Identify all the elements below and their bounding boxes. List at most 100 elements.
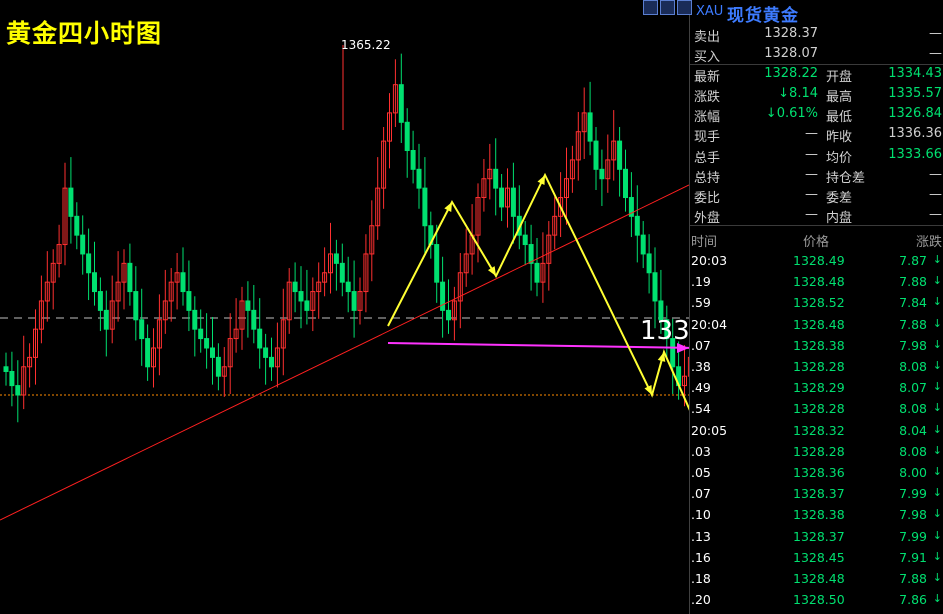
tick-change: 8.07 bbox=[899, 380, 927, 396]
candle-body bbox=[192, 309, 198, 330]
candle-body bbox=[422, 187, 428, 227]
candle-body bbox=[15, 385, 21, 396]
tick-time: .38 bbox=[691, 359, 711, 374]
tick-header-time: 时间 bbox=[691, 235, 718, 250]
quote-label: 卖出 bbox=[694, 30, 721, 45]
quote-value: 1328.37 bbox=[764, 26, 818, 41]
quote-value: — bbox=[929, 207, 942, 222]
candle-body bbox=[339, 262, 345, 283]
quote-label: 开盘 bbox=[826, 70, 853, 85]
tick-row: .18 1328.48 7.88 ↓ bbox=[690, 568, 943, 589]
tick-time: .59 bbox=[691, 295, 711, 311]
tick-row: .16 1328.45 7.91 ↓ bbox=[690, 547, 943, 568]
candlestick-chart[interactable] bbox=[0, 0, 689, 614]
quote-value: ↓0.61% bbox=[765, 106, 818, 121]
quote-label: 外盘 bbox=[694, 211, 721, 226]
down-arrow-icon: ↓ bbox=[932, 549, 942, 563]
candle-body bbox=[210, 347, 215, 358]
quote-value: — bbox=[805, 187, 818, 202]
tick-time: .10 bbox=[691, 507, 711, 523]
tick-change: 8.08 bbox=[899, 359, 927, 374]
tick-price: 1328.48 bbox=[793, 316, 845, 332]
down-arrow-icon: ↓ bbox=[932, 316, 942, 330]
quote-value: — bbox=[805, 167, 818, 182]
quote-label: 委差 bbox=[826, 191, 853, 206]
quote-label: 现手 bbox=[694, 130, 721, 145]
tick-time: .18 bbox=[691, 571, 711, 586]
tick-price: 1328.32 bbox=[793, 422, 845, 438]
tick-price: 1328.36 bbox=[793, 465, 845, 480]
quote-value: ↓8.14 bbox=[778, 86, 818, 101]
quote-row: 最新 1328.22 开盘 1334.43 bbox=[690, 64, 943, 85]
tick-row: .13 1328.37 7.99 ↓ bbox=[690, 526, 943, 547]
tick-change: 8.08 bbox=[899, 401, 927, 417]
quote-value: — bbox=[929, 167, 942, 182]
candle-body bbox=[263, 347, 269, 358]
tick-time: .19 bbox=[691, 274, 711, 290]
candle-body bbox=[599, 168, 605, 180]
pattern-arrowhead bbox=[657, 352, 666, 362]
quote-value: 1335.57 bbox=[888, 86, 942, 101]
tick-change: 7.88 bbox=[899, 316, 927, 332]
peak-price-label: 1365.22 bbox=[341, 38, 391, 52]
tick-row: 20:05 1328.32 8.04 ↓ bbox=[690, 420, 943, 441]
quote-row: 委比 — 委差 — bbox=[690, 185, 943, 206]
down-arrow-icon: ↓ bbox=[932, 528, 942, 542]
quote-row: 涨跌 ↓8.14 最高 1335.57 bbox=[690, 84, 943, 105]
candle-body bbox=[333, 253, 339, 264]
quote-value: 1326.84 bbox=[888, 106, 942, 121]
tick-table-header: 时间 价格 涨跌 bbox=[690, 229, 943, 250]
candle-body bbox=[180, 272, 186, 293]
candle-body bbox=[534, 262, 540, 283]
tick-row: 20:04 1328.48 7.88 ↓ bbox=[690, 314, 943, 335]
symbol-name: 现货黄金 bbox=[727, 6, 799, 26]
quote-label: 最新 bbox=[694, 70, 721, 85]
tick-price: 1328.28 bbox=[793, 359, 845, 374]
quote-row: 卖出 1328.37 — bbox=[690, 24, 943, 45]
tick-time: .13 bbox=[691, 528, 711, 544]
panel-toggle-icon[interactable] bbox=[643, 0, 658, 15]
candle-body bbox=[652, 272, 658, 302]
candle-body bbox=[587, 112, 593, 142]
tick-change: 7.99 bbox=[899, 528, 927, 544]
candle-body bbox=[86, 253, 92, 274]
tick-price: 1328.45 bbox=[793, 549, 845, 565]
quote-label: 持仓差 bbox=[826, 171, 866, 186]
quote-row: 外盘 — 内盘 — bbox=[690, 205, 943, 226]
quote-value: 1333.66 bbox=[888, 147, 942, 162]
candle-body bbox=[493, 168, 499, 189]
quote-value: — bbox=[805, 126, 818, 141]
tick-time: .16 bbox=[691, 549, 711, 565]
candlestick-chart-area[interactable]: 黄金四小时图 1365.22 1333 bbox=[0, 0, 706, 614]
tick-time: .49 bbox=[691, 380, 711, 396]
candle-body bbox=[522, 234, 528, 246]
down-arrow-icon: ↓ bbox=[932, 486, 942, 500]
tick-time: .03 bbox=[691, 443, 711, 459]
candle-body bbox=[9, 370, 15, 387]
quote-panel: XAU 现货黄金 卖出 1328.37 — 买入 1328.07 — 最新 1328.22 开盘… bbox=[643, 0, 943, 614]
candle-body bbox=[68, 187, 74, 217]
tick-price: 1328.37 bbox=[793, 486, 845, 502]
quote-label: 涨幅 bbox=[694, 110, 721, 125]
tick-price: 1328.28 bbox=[793, 443, 845, 459]
tick-change: 7.91 bbox=[899, 549, 927, 565]
tick-row: .03 1328.28 8.08 ↓ bbox=[690, 441, 943, 462]
panel-layout-icon[interactable] bbox=[660, 0, 675, 15]
candle-body bbox=[304, 300, 310, 311]
down-arrow-icon: ↓ bbox=[932, 295, 942, 309]
quote-value: 1328.07 bbox=[764, 46, 818, 61]
tick-row: .20 1328.50 7.86 ↓ bbox=[690, 589, 943, 610]
quote-label: 买入 bbox=[694, 50, 721, 65]
tick-price: 1328.38 bbox=[793, 337, 845, 353]
window-controls[interactable] bbox=[643, 0, 692, 15]
candle-body bbox=[404, 121, 410, 152]
tick-time: 20:05 bbox=[691, 422, 728, 438]
tick-time: .07 bbox=[691, 486, 711, 502]
candle-body bbox=[257, 328, 263, 349]
quote-label: 委比 bbox=[694, 191, 721, 206]
tick-row: .38 1328.28 8.08 ↓ bbox=[690, 356, 943, 377]
quote-label: 最高 bbox=[826, 90, 853, 105]
down-arrow-icon: ↓ bbox=[932, 274, 942, 288]
tick-header-change: 涨跌 bbox=[915, 235, 942, 250]
quote-row: 总持 — 持仓差 — bbox=[690, 165, 943, 186]
